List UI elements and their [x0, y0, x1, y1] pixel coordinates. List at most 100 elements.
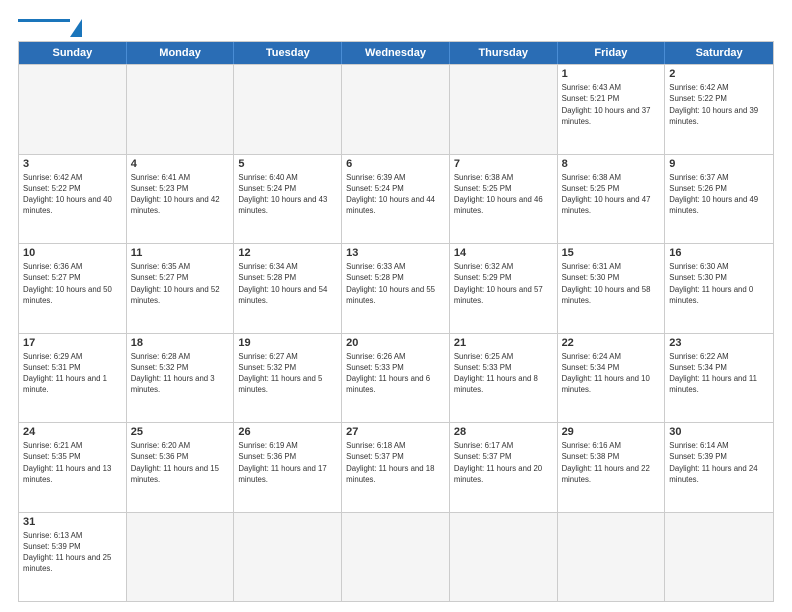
- day-number: 15: [562, 247, 661, 259]
- day-number: 9: [669, 158, 769, 170]
- calendar-cell: 10Sunrise: 6:36 AM Sunset: 5:27 PM Dayli…: [19, 244, 127, 333]
- calendar-cell: 20Sunrise: 6:26 AM Sunset: 5:33 PM Dayli…: [342, 334, 450, 423]
- header-day-monday: Monday: [127, 42, 235, 64]
- day-info: Sunrise: 6:42 AM Sunset: 5:22 PM Dayligh…: [23, 172, 122, 217]
- calendar-cell: 4 Sunrise: 6:41 AM Sunset: 5:23 PM Daylig…: [127, 155, 235, 244]
- header-day-saturday: Saturday: [665, 42, 773, 64]
- calendar-cell: [342, 65, 450, 154]
- day-info: Sunrise: 6:14 AM Sunset: 5:39 PM Dayligh…: [669, 440, 769, 485]
- calendar-cell: 1Sunrise: 6:43 AM Sunset: 5:21 PM Daylig…: [558, 65, 666, 154]
- day-info: Sunrise: 6:35 AM Sunset: 5:27 PM Dayligh…: [131, 261, 230, 306]
- calendar-cell: 30 Sunrise: 6:14 AM Sunset: 5:39 PM Dayli…: [665, 423, 773, 512]
- day-info: Sunrise: 6:40 AM Sunset: 5:24 PM Dayligh…: [238, 172, 337, 217]
- day-info: Sunrise: 6:19 AM Sunset: 5:36 PM Dayligh…: [238, 440, 337, 485]
- day-number: 19: [238, 337, 337, 349]
- day-info: Sunrise: 6:24 AM Sunset: 5:34 PM Dayligh…: [562, 351, 661, 396]
- day-info: Sunrise: 6:43 AM Sunset: 5:21 PM Dayligh…: [562, 82, 661, 127]
- calendar-row-3: 17Sunrise: 6:29 AM Sunset: 5:31 PM Dayli…: [19, 333, 773, 423]
- day-info: Sunrise: 6:16 AM Sunset: 5:38 PM Dayligh…: [562, 440, 661, 485]
- day-info: Sunrise: 6:21 AM Sunset: 5:35 PM Dayligh…: [23, 440, 122, 485]
- day-number: 5: [238, 158, 337, 170]
- day-info: Sunrise: 6:34 AM Sunset: 5:28 PM Dayligh…: [238, 261, 337, 306]
- day-number: 3: [23, 158, 122, 170]
- calendar-cell: 25 Sunrise: 6:20 AM Sunset: 5:36 PM Dayli…: [127, 423, 235, 512]
- header: [18, 18, 774, 37]
- day-number: 29: [562, 426, 661, 438]
- calendar-cell: 8Sunrise: 6:38 AM Sunset: 5:25 PM Daylig…: [558, 155, 666, 244]
- day-number: 21: [454, 337, 553, 349]
- calendar-cell: 21 Sunrise: 6:25 AM Sunset: 5:33 PM Dayli…: [450, 334, 558, 423]
- day-info: Sunrise: 6:38 AM Sunset: 5:25 PM Dayligh…: [454, 172, 553, 217]
- day-number: 8: [562, 158, 661, 170]
- day-info: Sunrise: 6:20 AM Sunset: 5:36 PM Dayligh…: [131, 440, 230, 485]
- day-info: Sunrise: 6:30 AM Sunset: 5:30 PM Dayligh…: [669, 261, 769, 306]
- calendar-cell: [665, 513, 773, 602]
- day-number: 25: [131, 426, 230, 438]
- day-number: 16: [669, 247, 769, 259]
- day-number: 20: [346, 337, 445, 349]
- day-info: Sunrise: 6:39 AM Sunset: 5:24 PM Dayligh…: [346, 172, 445, 217]
- day-number: 4: [131, 158, 230, 170]
- calendar-row-4: 24 Sunrise: 6:21 AM Sunset: 5:35 PM Dayli…: [19, 422, 773, 512]
- calendar-cell: 19 Sunrise: 6:27 AM Sunset: 5:32 PM Dayli…: [234, 334, 342, 423]
- day-info: Sunrise: 6:41 AM Sunset: 5:23 PM Dayligh…: [131, 172, 230, 217]
- day-number: 31: [23, 516, 122, 528]
- day-number: 12: [238, 247, 337, 259]
- calendar-cell: 15Sunrise: 6:31 AM Sunset: 5:30 PM Dayli…: [558, 244, 666, 333]
- calendar-cell: [450, 513, 558, 602]
- header-day-tuesday: Tuesday: [234, 42, 342, 64]
- calendar-body: 1Sunrise: 6:43 AM Sunset: 5:21 PM Daylig…: [19, 64, 773, 601]
- page: SundayMondayTuesdayWednesdayThursdayFrid…: [0, 0, 792, 612]
- day-info: Sunrise: 6:22 AM Sunset: 5:34 PM Dayligh…: [669, 351, 769, 396]
- calendar-cell: 23 Sunrise: 6:22 AM Sunset: 5:34 PM Dayli…: [665, 334, 773, 423]
- day-number: 26: [238, 426, 337, 438]
- day-number: 13: [346, 247, 445, 259]
- calendar-cell: 11Sunrise: 6:35 AM Sunset: 5:27 PM Dayli…: [127, 244, 235, 333]
- calendar-cell: 28Sunrise: 6:17 AM Sunset: 5:37 PM Dayli…: [450, 423, 558, 512]
- calendar-cell: [342, 513, 450, 602]
- calendar-cell: 26 Sunrise: 6:19 AM Sunset: 5:36 PM Dayli…: [234, 423, 342, 512]
- logo: [18, 18, 82, 37]
- calendar-cell: 2 Sunrise: 6:42 AM Sunset: 5:22 PM Daylig…: [665, 65, 773, 154]
- header-day-friday: Friday: [558, 42, 666, 64]
- day-number: 24: [23, 426, 122, 438]
- calendar-cell: [234, 65, 342, 154]
- day-number: 18: [131, 337, 230, 349]
- calendar-cell: [450, 65, 558, 154]
- header-day-wednesday: Wednesday: [342, 42, 450, 64]
- day-number: 27: [346, 426, 445, 438]
- day-info: Sunrise: 6:42 AM Sunset: 5:22 PM Dayligh…: [669, 82, 769, 127]
- calendar-cell: [19, 65, 127, 154]
- calendar-cell: 5 Sunrise: 6:40 AM Sunset: 5:24 PM Daylig…: [234, 155, 342, 244]
- day-number: 30: [669, 426, 769, 438]
- day-info: Sunrise: 6:36 AM Sunset: 5:27 PM Dayligh…: [23, 261, 122, 306]
- calendar-header: SundayMondayTuesdayWednesdayThursdayFrid…: [19, 42, 773, 64]
- day-info: Sunrise: 6:27 AM Sunset: 5:32 PM Dayligh…: [238, 351, 337, 396]
- day-info: Sunrise: 6:25 AM Sunset: 5:33 PM Dayligh…: [454, 351, 553, 396]
- calendar-cell: 18 Sunrise: 6:28 AM Sunset: 5:32 PM Dayli…: [127, 334, 235, 423]
- day-number: 2: [669, 68, 769, 80]
- day-info: Sunrise: 6:18 AM Sunset: 5:37 PM Dayligh…: [346, 440, 445, 485]
- calendar-cell: 31 Sunrise: 6:13 AM Sunset: 5:39 PM Dayli…: [19, 513, 127, 602]
- calendar-cell: 27 Sunrise: 6:18 AM Sunset: 5:37 PM Dayli…: [342, 423, 450, 512]
- calendar-cell: 22 Sunrise: 6:24 AM Sunset: 5:34 PM Dayli…: [558, 334, 666, 423]
- day-number: 23: [669, 337, 769, 349]
- calendar-cell: 3 Sunrise: 6:42 AM Sunset: 5:22 PM Daylig…: [19, 155, 127, 244]
- calendar-row-0: 1Sunrise: 6:43 AM Sunset: 5:21 PM Daylig…: [19, 64, 773, 154]
- calendar-cell: 29 Sunrise: 6:16 AM Sunset: 5:38 PM Dayli…: [558, 423, 666, 512]
- calendar-cell: 12 Sunrise: 6:34 AM Sunset: 5:28 PM Dayli…: [234, 244, 342, 333]
- calendar-cell: [234, 513, 342, 602]
- day-info: Sunrise: 6:13 AM Sunset: 5:39 PM Dayligh…: [23, 530, 122, 575]
- calendar-cell: [127, 65, 235, 154]
- calendar-cell: [127, 513, 235, 602]
- day-info: Sunrise: 6:37 AM Sunset: 5:26 PM Dayligh…: [669, 172, 769, 217]
- calendar-cell: 17Sunrise: 6:29 AM Sunset: 5:31 PM Dayli…: [19, 334, 127, 423]
- calendar-row-5: 31 Sunrise: 6:13 AM Sunset: 5:39 PM Dayli…: [19, 512, 773, 602]
- calendar-row-2: 10Sunrise: 6:36 AM Sunset: 5:27 PM Dayli…: [19, 243, 773, 333]
- calendar-cell: 24 Sunrise: 6:21 AM Sunset: 5:35 PM Dayli…: [19, 423, 127, 512]
- calendar-cell: 6Sunrise: 6:39 AM Sunset: 5:24 PM Daylig…: [342, 155, 450, 244]
- day-info: Sunrise: 6:28 AM Sunset: 5:32 PM Dayligh…: [131, 351, 230, 396]
- day-info: Sunrise: 6:33 AM Sunset: 5:28 PM Dayligh…: [346, 261, 445, 306]
- day-number: 22: [562, 337, 661, 349]
- day-info: Sunrise: 6:29 AM Sunset: 5:31 PM Dayligh…: [23, 351, 122, 396]
